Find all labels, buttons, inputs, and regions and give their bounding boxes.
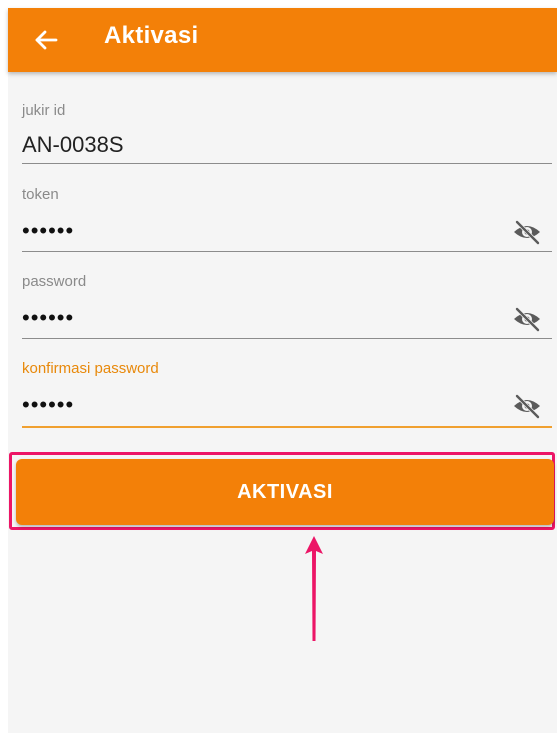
arrow-left-icon	[35, 30, 58, 50]
eye-off-icon	[514, 394, 540, 419]
eye-off-icon	[514, 220, 540, 245]
password-label: password	[22, 273, 87, 290]
confirm-password-value[interactable]: ••••••	[22, 392, 74, 418]
token-value[interactable]: ••••••	[22, 218, 74, 244]
confirm-password-label: konfirmasi password	[22, 360, 159, 377]
screen: Aktivasi jukir id AN-0038S token •••••• …	[8, 8, 557, 733]
jukir-id-value[interactable]: AN-0038S	[22, 132, 124, 158]
page-title: Aktivasi	[104, 22, 199, 49]
jukir-id-field[interactable]: jukir id AN-0038S	[22, 102, 552, 166]
back-button[interactable]	[26, 20, 66, 60]
token-label: token	[22, 186, 59, 203]
password-value[interactable]: ••••••	[22, 305, 74, 331]
aktivasi-button[interactable]: AKTIVASI	[16, 459, 554, 525]
password-underline	[22, 338, 552, 339]
password-field[interactable]: password ••••••	[22, 273, 552, 341]
confirm-password-field[interactable]: konfirmasi password ••••••	[22, 360, 552, 430]
token-field[interactable]: token ••••••	[22, 186, 552, 254]
eye-off-icon	[514, 307, 540, 332]
token-underline	[22, 251, 552, 252]
jukir-id-underline	[22, 163, 552, 164]
token-visibility-toggle[interactable]	[512, 219, 542, 245]
jukir-id-label: jukir id	[22, 102, 66, 119]
confirm-password-visibility-toggle[interactable]	[512, 393, 542, 419]
arrow-up-icon	[305, 536, 323, 641]
password-visibility-toggle[interactable]	[512, 306, 542, 332]
confirm-password-underline	[22, 426, 552, 428]
app-bar: Aktivasi	[8, 8, 557, 72]
